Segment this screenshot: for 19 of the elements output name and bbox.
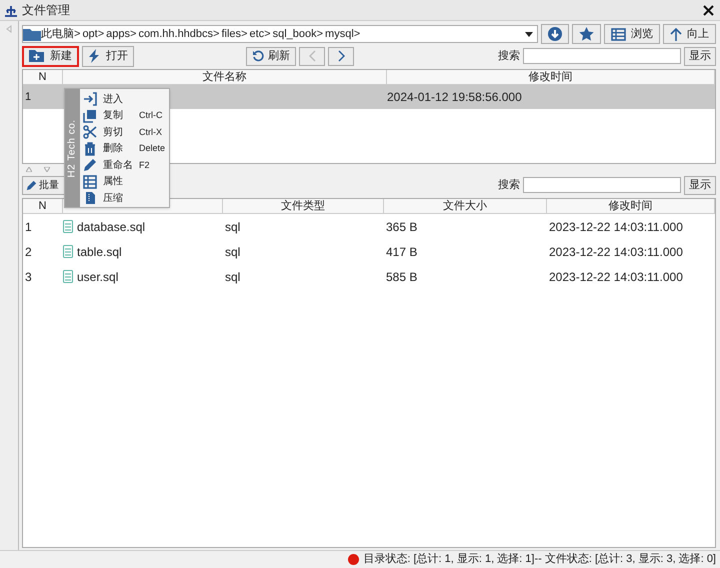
table-cell-text: sql [224, 268, 242, 286]
table-cell-text: sql [224, 244, 242, 260]
table-cell-text: 417 B [385, 244, 418, 260]
search-label: 搜索 [498, 178, 520, 193]
table-cell-text: 2 [24, 244, 33, 260]
table-cell-text: 2024-01-12 19:58:56.000 [387, 89, 523, 106]
table-cell-text: 365 B [385, 218, 418, 236]
table-cell-text: 2023-12-22 14:03:11.000 [548, 268, 684, 286]
table-cell-text: 2023-12-22 14:03:11.000 [548, 244, 684, 260]
search-label: 搜索 [498, 48, 520, 64]
table-cell-text: 1 [24, 90, 32, 105]
status-text: 目录状态: [总计: 1, 显示: 1, 选择: 1]-- 文件状态: [总计: 3, 显示: 3, 选择: 0] [363, 552, 716, 568]
table-cell-text: 2023-12-22 14:03:11.000 [548, 218, 684, 236]
table-cell-text: 585 B [385, 268, 418, 286]
table-cell-text: sql [224, 218, 242, 236]
window-title: 文件管理 [22, 2, 70, 19]
menu-brand-text: H2 Tech co. [66, 118, 79, 178]
table-cell-text: 3 [24, 268, 33, 286]
table-cell-text: 1 [24, 218, 33, 236]
